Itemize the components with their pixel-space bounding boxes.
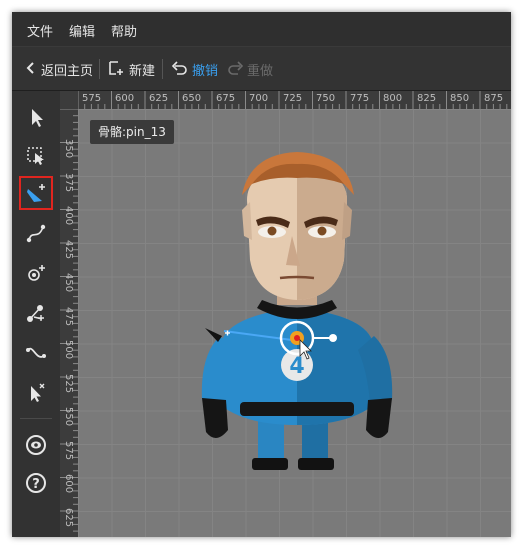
ruler-top-label: 700 — [249, 93, 269, 104]
character-figure[interactable]: 4 — [172, 140, 422, 490]
ruler-left-label: 450 — [63, 273, 74, 293]
ruler-left-label: 350 — [63, 139, 74, 159]
toolbar-divider — [99, 59, 100, 79]
ruler-left-label: 525 — [63, 374, 74, 394]
bone-add-icon[interactable] — [19, 176, 53, 210]
ruler-corner — [60, 91, 78, 109]
ruler-top-label: 775 — [350, 93, 370, 104]
tool-sidebar: ? — [12, 91, 61, 537]
ruler-left-label: 625 — [63, 508, 74, 528]
eye-icon[interactable] — [22, 431, 50, 459]
menu-file[interactable]: 文件 — [27, 21, 53, 40]
new-file-icon[interactable] — [108, 60, 124, 76]
ruler-top: 575 600 625 650 675 700 725 750 775 800 … — [78, 91, 511, 110]
pointer-delete-icon[interactable] — [22, 379, 50, 407]
ruler-left-label: 375 — [63, 173, 74, 193]
select-tool-icon[interactable] — [22, 103, 50, 131]
ruler-left-label: 600 — [63, 474, 74, 494]
ruler-top-label: 600 — [115, 93, 135, 104]
chevron-left-icon[interactable] — [26, 62, 34, 74]
ruler-left-label: 400 — [63, 206, 74, 226]
toolbar: 返回主页 新建 撤销 重做 — [12, 47, 511, 91]
marquee-select-icon[interactable] — [22, 141, 50, 169]
back-home-button[interactable]: 返回主页 — [41, 60, 93, 79]
toolbar-divider — [162, 59, 163, 79]
ruler-top-label: 625 — [149, 93, 169, 104]
ruler-top-label: 875 — [484, 93, 504, 104]
ruler-left: 350 375 400 425 450 475 500 525 550 575 … — [60, 109, 79, 537]
menu-edit[interactable]: 编辑 — [69, 21, 95, 40]
svg-text:4: 4 — [289, 354, 304, 379]
question-icon[interactable]: ? — [22, 469, 50, 497]
ruler-left-label: 550 — [63, 407, 74, 427]
bone-tooltip: 骨骼:pin_13 — [90, 120, 174, 144]
menu-bar: 文件 编辑 帮助 — [12, 12, 511, 47]
new-button[interactable]: 新建 — [129, 60, 155, 79]
app-window: 文件 编辑 帮助 返回主页 新建 撤销 重做 ? 575 600 625 650… — [12, 12, 511, 537]
ruler-left-label: 475 — [63, 307, 74, 327]
point-add-icon[interactable] — [22, 259, 50, 287]
ruler-left-label: 575 — [63, 441, 74, 461]
ruler-top-label: 575 — [82, 93, 102, 104]
ruler-left-label: 425 — [63, 240, 74, 260]
ruler-top-label: 850 — [450, 93, 470, 104]
path-icon[interactable] — [22, 339, 50, 367]
curve-icon[interactable] — [22, 219, 50, 247]
svg-text:?: ? — [32, 477, 40, 492]
redo-button[interactable]: 重做 — [247, 60, 273, 79]
tool-divider — [20, 418, 52, 419]
undo-icon[interactable] — [171, 61, 187, 75]
undo-button[interactable]: 撤销 — [192, 60, 218, 79]
ruler-top-label: 825 — [417, 93, 437, 104]
bind-icon[interactable] — [22, 299, 50, 327]
ruler-top-label: 650 — [182, 93, 202, 104]
ruler-top-label: 725 — [283, 93, 303, 104]
ruler-top-label: 800 — [383, 93, 403, 104]
redo-icon[interactable] — [228, 61, 244, 75]
ruler-top-label: 750 — [316, 93, 336, 104]
ruler-left-label: 500 — [63, 340, 74, 360]
ruler-top-label: 675 — [216, 93, 236, 104]
menu-help[interactable]: 帮助 — [111, 21, 137, 40]
